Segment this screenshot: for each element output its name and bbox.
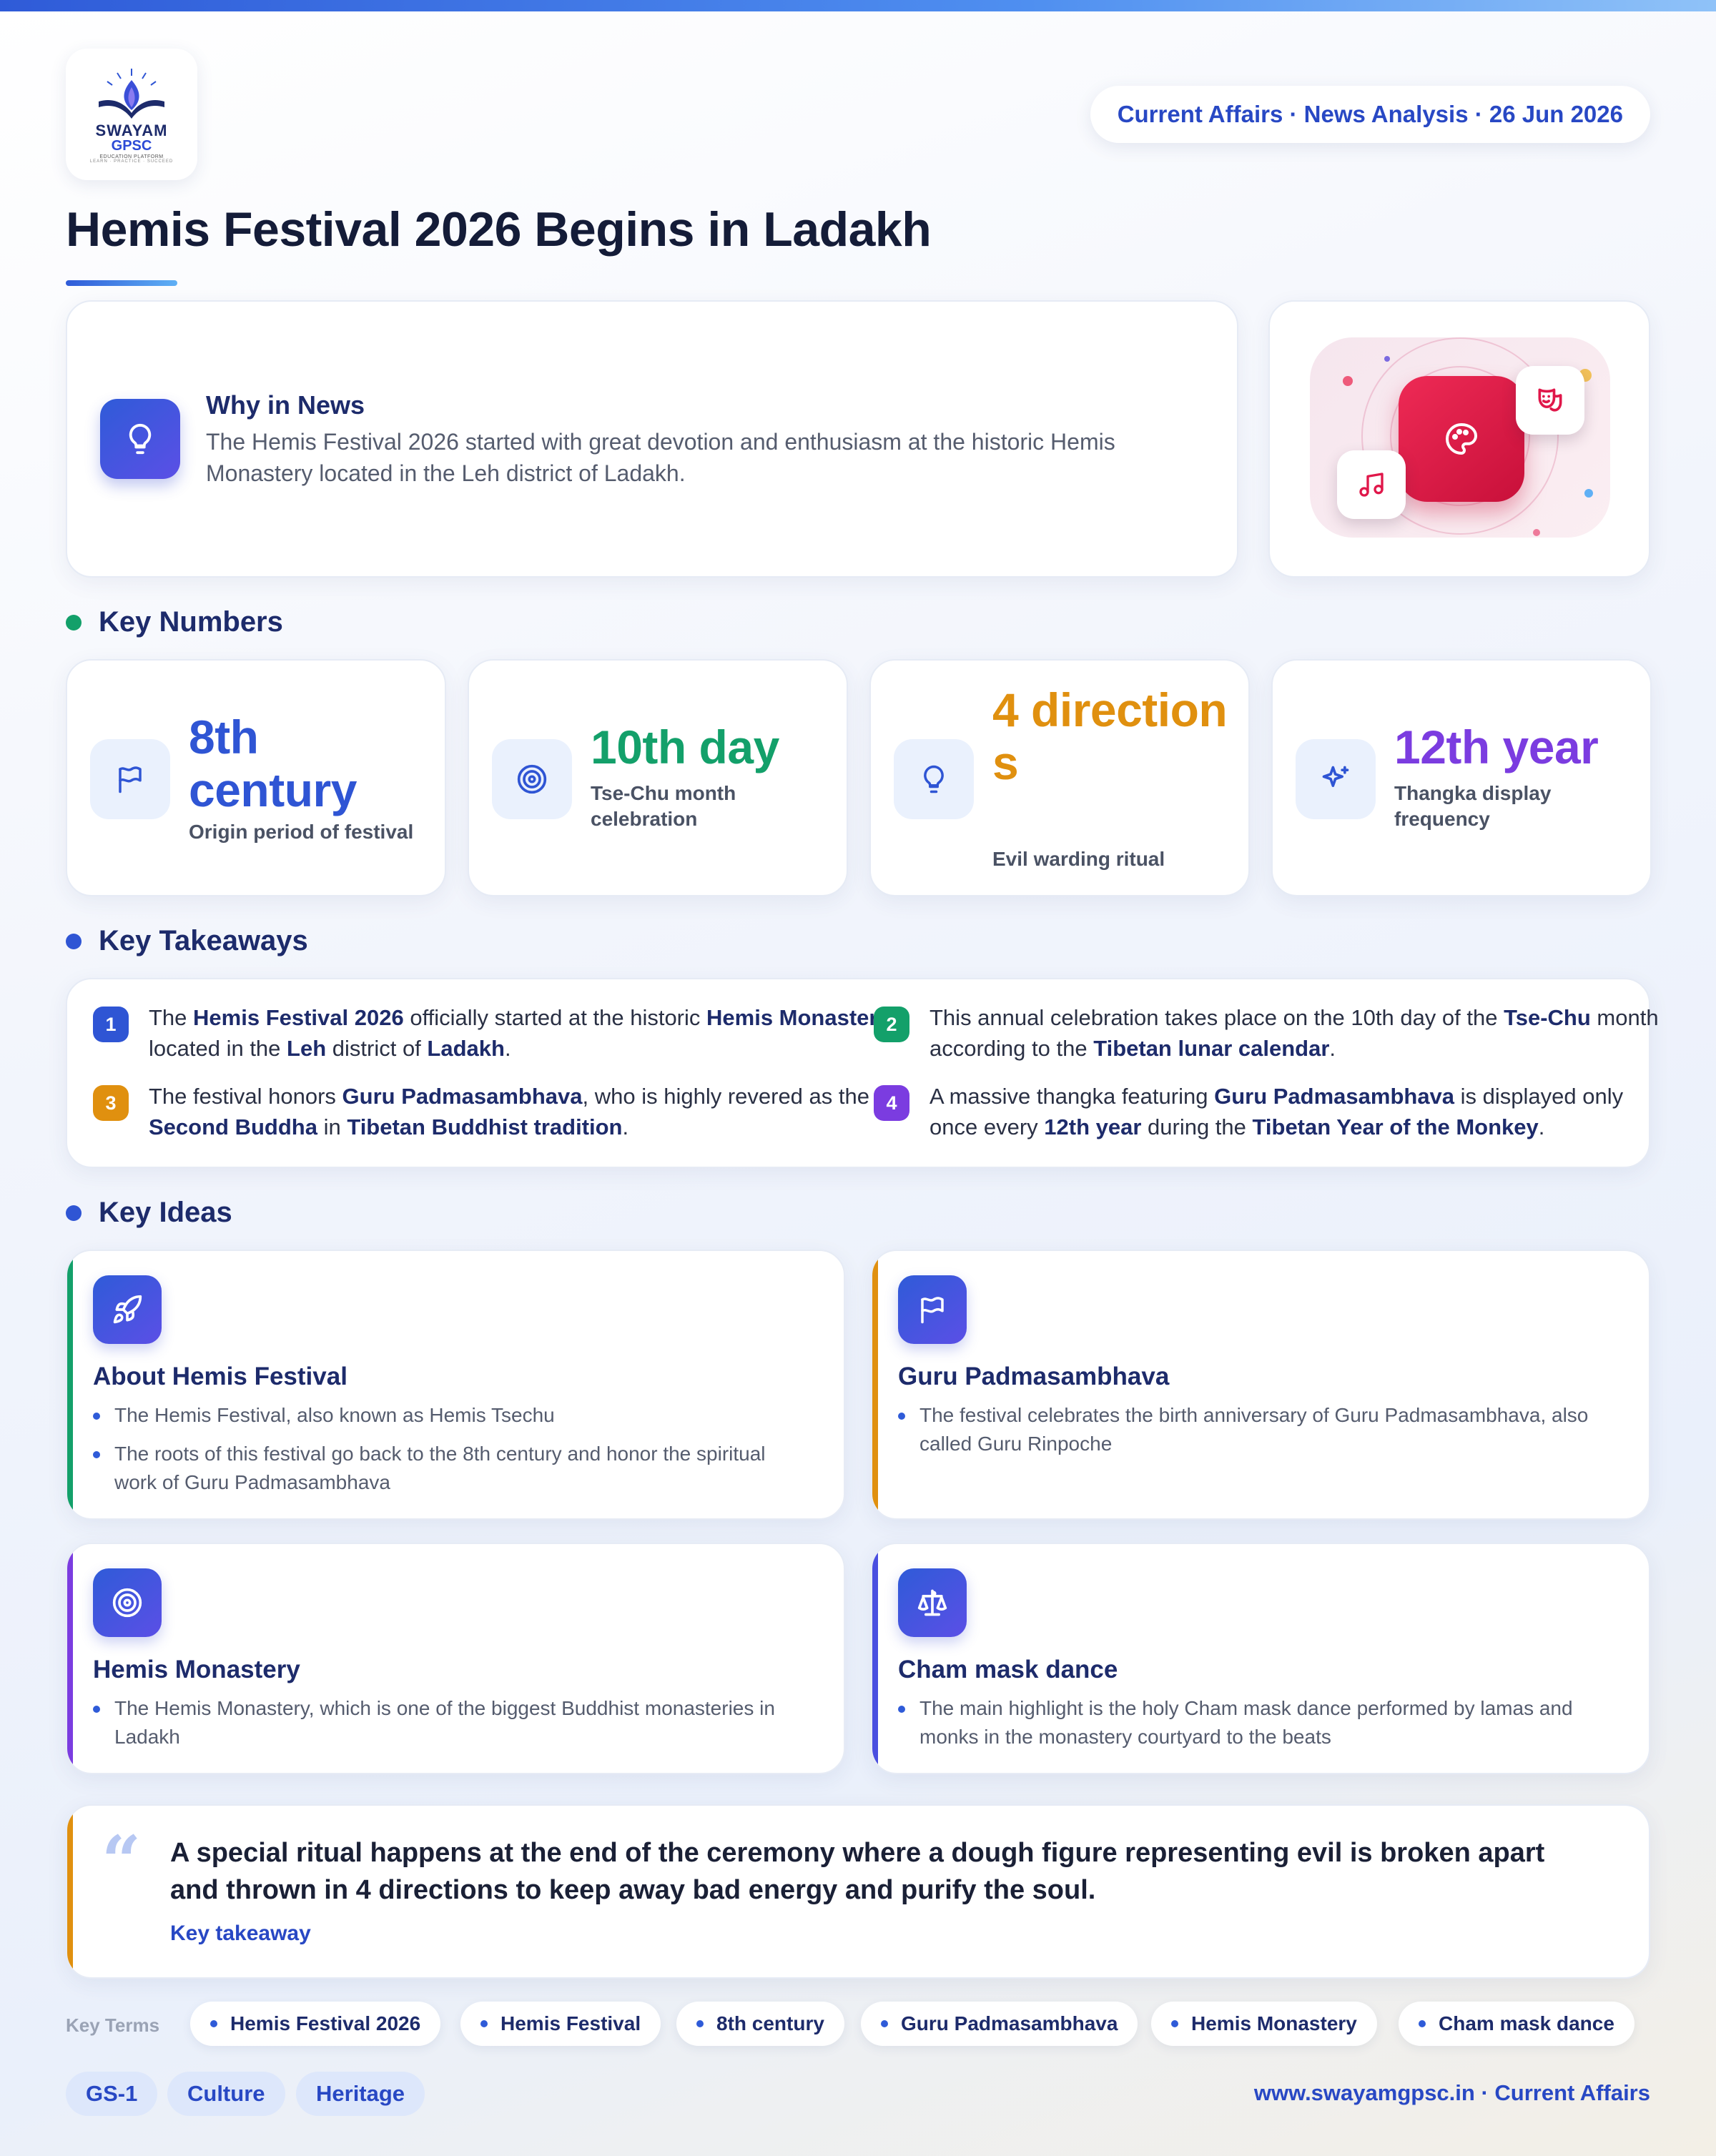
logo-sub: GPSC: [111, 137, 152, 154]
flag-icon: [898, 1275, 967, 1344]
lightbulb-icon: [894, 739, 974, 819]
why-heading: Why in News: [206, 390, 365, 420]
idea-card-cham-dance: Cham mask dance The main highlight is th…: [871, 1543, 1650, 1774]
takeaway-number: 3: [93, 1085, 129, 1121]
idea-card-monastery: Hemis Monastery The Hemis Monastery, whi…: [66, 1543, 845, 1774]
stat-value: 12th year: [1394, 721, 1599, 773]
key-numbers-heading: Key Numbers: [66, 606, 283, 638]
term-chip[interactable]: Hemis Festival 2026: [190, 2002, 441, 2046]
stat-label: Tse-Chu month celebration: [591, 782, 736, 830]
quote-cite: Key takeaway: [170, 1922, 311, 1945]
idea-bullet-list: The Hemis Monastery, which is one of the…: [93, 1694, 808, 1761]
stat-card-directions: 4 directions Evil warding ritual: [869, 659, 1250, 896]
logo-tagline-secondary: LEARN · PRACTICE · SUCCEED: [89, 159, 174, 164]
takeaway-number: 2: [874, 1007, 909, 1042]
idea-bullet: The Hemis Festival, also known as Hemis …: [93, 1401, 808, 1430]
takeaway-number: 4: [874, 1085, 909, 1121]
why-text: The Hemis Festival 2026 started with gre…: [206, 429, 1115, 486]
stat-value: 8th century: [189, 711, 357, 816]
idea-card-about-hemis: About Hemis Festival The Hemis Festival,…: [66, 1250, 845, 1520]
term-chip[interactable]: Guru Padmasambhava: [861, 2002, 1138, 2046]
key-numbers-label: Key Numbers: [99, 606, 283, 638]
idea-title: Hemis Monastery: [93, 1656, 300, 1683]
idea-bullet: The roots of this festival go back to th…: [93, 1440, 808, 1497]
quote-accent-bar: [67, 1806, 73, 1977]
palette-icon: [1399, 376, 1524, 502]
stat-value: 4 directions: [992, 683, 1228, 789]
footer-url[interactable]: www.swayamgpsc.in · Current Affairs: [1254, 2080, 1650, 2106]
idea-card-guru: Guru Padmasambhava The festival celebrat…: [871, 1250, 1650, 1520]
stat-value: 10th day: [591, 721, 779, 773]
stat-label: Thangka display frequency: [1394, 782, 1552, 830]
takeaway-text: The Hemis Festival 2026 officially start…: [149, 1005, 890, 1061]
takeaway-number: 1: [93, 1007, 129, 1042]
stat-card-day: 10th day Tse-Chu month celebration: [468, 659, 848, 896]
stat-label: Origin period of festival: [189, 821, 414, 843]
section-dot-icon: [66, 614, 82, 631]
idea-bullet: The festival celebrates the birth annive…: [898, 1401, 1613, 1458]
term-chip[interactable]: Cham mask dance: [1399, 2002, 1634, 2046]
key-ideas-label: Key Ideas: [99, 1197, 232, 1228]
takeaway-text: The festival honors Guru Padmasambhava, …: [149, 1084, 869, 1139]
term-chip[interactable]: Hemis Festival: [460, 2002, 661, 2046]
idea-title: Cham mask dance: [898, 1656, 1118, 1683]
key-takeaways-label: Key Takeaways: [99, 925, 308, 956]
idea-bullet: The main highlight is the holy Cham mask…: [898, 1694, 1613, 1751]
stat-card-year: 12th year Thangka display frequency: [1271, 659, 1652, 896]
target-icon: [492, 739, 572, 819]
sparkle-icon: [1296, 739, 1376, 819]
target-icon: [93, 1568, 162, 1637]
logo-tagline: EDUCATION PLATFORM: [99, 154, 164, 159]
idea-bullet-list: The main highlight is the holy Cham mask…: [898, 1694, 1613, 1761]
tag-chip[interactable]: Heritage: [296, 2072, 425, 2116]
term-chip[interactable]: Hemis Monastery: [1151, 2002, 1377, 2046]
quote-card: “ A special ritual happens at the end of…: [66, 1804, 1650, 1979]
takeaway-text: This annual celebration takes place on t…: [930, 1005, 1659, 1061]
idea-accent-bar: [872, 1251, 878, 1518]
section-dot-icon: [66, 1205, 82, 1221]
why-in-news-card: Why in News The Hemis Festival 2026 star…: [66, 300, 1238, 578]
key-takeaways-card: 1 The Hemis Festival 2026 officially sta…: [66, 978, 1659, 1168]
idea-title: Guru Padmasambhava: [898, 1363, 1170, 1390]
idea-accent-bar: [872, 1544, 878, 1773]
idea-bullet-list: The festival celebrates the birth annive…: [898, 1401, 1613, 1468]
logo-emblem-icon: [99, 68, 164, 119]
idea-accent-bar: [67, 1251, 73, 1518]
key-takeaways-heading: Key Takeaways: [66, 925, 308, 957]
key-ideas-heading: Key Ideas: [66, 1197, 232, 1229]
quote-mark-icon: “: [102, 1821, 142, 1902]
stat-card-century: 8th century Origin period of festival: [66, 659, 446, 896]
title-underline: [66, 280, 177, 286]
idea-bullet-list: The Hemis Festival, also known as Hemis …: [93, 1401, 808, 1507]
page-title: Hemis Festival 2026 Begins in Ladakh: [66, 202, 932, 257]
logo-name: SWAYAM: [95, 121, 168, 139]
rocket-icon: [93, 1275, 162, 1344]
lightbulb-icon: [100, 399, 180, 479]
section-dot-icon: [66, 933, 82, 949]
flag-icon: [90, 739, 170, 819]
illustration-card: [1268, 300, 1650, 578]
idea-title: About Hemis Festival: [93, 1363, 347, 1390]
theater-masks-icon: [1516, 366, 1584, 435]
date-pill: Current Affairs · News Analysis · 26 Jun…: [1090, 86, 1650, 143]
tag-chip[interactable]: Culture: [167, 2072, 285, 2116]
takeaway-text: A massive thangka featuring Guru Padmasa…: [930, 1084, 1624, 1139]
tag-chip[interactable]: GS-1: [66, 2072, 158, 2116]
idea-bullet: The Hemis Monastery, which is one of the…: [93, 1694, 808, 1751]
term-chip[interactable]: 8th century: [676, 2002, 844, 2046]
idea-accent-bar: [67, 1544, 73, 1773]
scale-icon: [898, 1568, 967, 1637]
logo[interactable]: SWAYAM GPSC EDUCATION PLATFORM LEARN · P…: [66, 49, 197, 180]
music-note-icon: [1337, 450, 1406, 519]
key-terms-label: Key Terms: [66, 2014, 160, 2036]
stat-label: Evil warding ritual: [992, 848, 1165, 870]
top-accent-bar: [0, 0, 1716, 11]
quote-text: A special ritual happens at the end of t…: [170, 1838, 1545, 1905]
